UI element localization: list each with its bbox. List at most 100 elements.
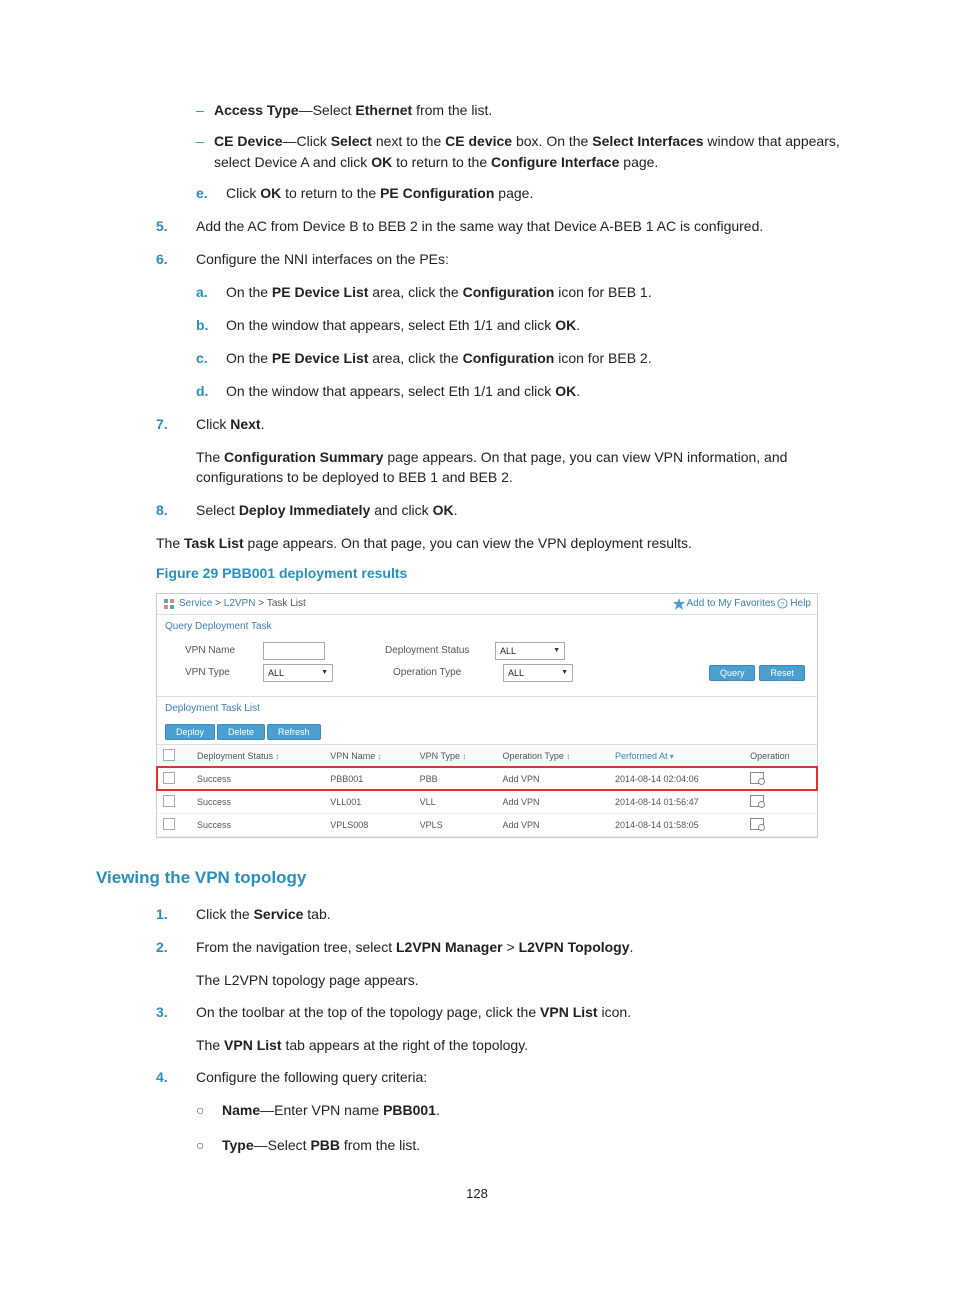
- cell-name: VLL001: [324, 790, 413, 813]
- lettered-step-e: e. Click OK to return to the PE Configur…: [196, 183, 858, 204]
- cell-op: Add VPN: [496, 767, 609, 790]
- step-text: On the window that appears, select Eth 1…: [226, 315, 858, 336]
- numbered-step: 1. Click the Service tab.: [156, 904, 858, 925]
- number-marker: 4.: [156, 1067, 196, 1088]
- number-marker: 5.: [156, 216, 196, 237]
- breadcrumb: Service > L2VPN > Task List Add to My Fa…: [157, 594, 817, 615]
- select-optype[interactable]: ALL▼: [503, 664, 573, 682]
- chevron-down-icon: ▼: [561, 669, 568, 676]
- task-table: Deployment Status VPN Name VPN Type Oper…: [157, 744, 817, 837]
- favorites-link[interactable]: Add to My Favorites: [687, 598, 776, 609]
- lettered-list: a. On the PE Device List area, click the…: [196, 282, 858, 402]
- checkbox-all[interactable]: [163, 749, 175, 761]
- crumb-separator: >: [212, 598, 223, 609]
- checkbox-row[interactable]: [163, 795, 175, 807]
- numbered-step: 4. Configure the following query criteri…: [156, 1067, 858, 1088]
- svg-text:?: ?: [781, 602, 785, 609]
- detail-icon[interactable]: [750, 772, 764, 784]
- crumb-separator: >: [255, 598, 266, 609]
- refresh-button[interactable]: Refresh: [267, 724, 321, 740]
- query-button[interactable]: Query: [709, 665, 756, 681]
- checkbox-row[interactable]: [163, 818, 175, 830]
- cell-type: PBB: [414, 767, 497, 790]
- input-vpnname[interactable]: [263, 642, 325, 660]
- number-marker: 8.: [156, 500, 196, 521]
- page-number: 128: [96, 1186, 858, 1201]
- number-marker: 2.: [156, 937, 196, 958]
- col-operation: Operation: [744, 744, 817, 767]
- number-marker: 7.: [156, 414, 196, 435]
- paragraph: The VPN List tab appears at the right of…: [196, 1035, 858, 1055]
- cell-op: Add VPN: [496, 790, 609, 813]
- col-optype[interactable]: Operation Type: [496, 744, 609, 767]
- checkbox-row[interactable]: [163, 772, 175, 784]
- panel-header-tasklist: Deployment Task List: [157, 697, 817, 720]
- query-form: VPN Name Deployment Status ALL▼ VPN Type…: [157, 638, 817, 696]
- screenshot-panel: Service > L2VPN > Task List Add to My Fa…: [156, 593, 818, 838]
- circle-item-text: Type—Select PBB from the list.: [222, 1135, 858, 1156]
- letter-marker: e.: [196, 183, 226, 204]
- select-vpntype[interactable]: ALL▼: [263, 664, 333, 682]
- paragraph: The Configuration Summary page appears. …: [196, 447, 858, 488]
- step-text: On the window that appears, select Eth 1…: [226, 381, 858, 402]
- deploy-button[interactable]: Deploy: [165, 724, 215, 740]
- step-text: Click OK to return to the PE Configurati…: [226, 183, 858, 204]
- circle-bullet: ○: [196, 1135, 222, 1156]
- help-link[interactable]: Help: [790, 598, 811, 609]
- step-text: Select Deploy Immediately and click OK.: [196, 500, 858, 521]
- step-text: From the navigation tree, select L2VPN M…: [196, 937, 858, 958]
- col-vpntype[interactable]: VPN Type: [414, 744, 497, 767]
- cell-type: VPLS: [414, 813, 497, 836]
- crumb-link-service[interactable]: Service: [179, 598, 212, 609]
- help-icon[interactable]: ?: [777, 598, 788, 609]
- cell-status: Success: [191, 790, 324, 813]
- crumb-current: Task List: [267, 598, 306, 609]
- numbered-step: 3. On the toolbar at the top of the topo…: [156, 1002, 858, 1023]
- select-depstatus[interactable]: ALL▼: [495, 642, 565, 660]
- label-vpntype: VPN Type: [185, 667, 263, 678]
- label-vpnname: VPN Name: [185, 645, 263, 656]
- chevron-down-icon: ▼: [553, 647, 560, 654]
- dash-list: – Access Type—Select Ethernet from the l…: [196, 100, 858, 173]
- cell-at: 2014-08-14 01:56:47: [609, 790, 744, 813]
- delete-button[interactable]: Delete: [217, 724, 265, 740]
- number-marker: 1.: [156, 904, 196, 925]
- cell-type: VLL: [414, 790, 497, 813]
- step-text: Add the AC from Device B to BEB 2 in the…: [196, 216, 858, 237]
- number-marker: 6.: [156, 249, 196, 270]
- col-vpnname[interactable]: VPN Name: [324, 744, 413, 767]
- panel-header-query: Query Deployment Task: [157, 615, 817, 638]
- label-optype: Operation Type: [393, 667, 503, 678]
- table-row: Success VPLS008 VPLS Add VPN 2014-08-14 …: [157, 813, 817, 836]
- step-text: On the PE Device List area, click the Co…: [226, 348, 858, 369]
- reset-button[interactable]: Reset: [759, 665, 805, 681]
- cell-at: 2014-08-14 02:04:06: [609, 767, 744, 790]
- star-icon[interactable]: [673, 598, 685, 610]
- numbered-step: 8. Select Deploy Immediately and click O…: [156, 500, 858, 521]
- step-text: Click the Service tab.: [196, 904, 858, 925]
- table-row: Success VLL001 VLL Add VPN 2014-08-14 01…: [157, 790, 817, 813]
- cell-status: Success: [191, 813, 324, 836]
- numbered-step: 5. Add the AC from Device B to BEB 2 in …: [156, 216, 858, 237]
- letter-marker: c.: [196, 348, 226, 369]
- section-heading: Viewing the VPN topology: [96, 868, 858, 888]
- circle-bullet: ○: [196, 1100, 222, 1121]
- detail-icon[interactable]: [750, 795, 764, 807]
- numbered-step: 7. Click Next.: [156, 414, 858, 435]
- step-text: On the toolbar at the top of the topolog…: [196, 1002, 858, 1023]
- label-depstatus: Deployment Status: [385, 645, 495, 656]
- col-deployment-status[interactable]: Deployment Status: [191, 744, 324, 767]
- app-icon: [163, 598, 175, 610]
- dash-icon: –: [196, 100, 214, 121]
- crumb-link-l2vpn[interactable]: L2VPN: [224, 598, 256, 609]
- dash-item-text: Access Type—Select Ethernet from the lis…: [214, 100, 858, 121]
- cell-name: VPLS008: [324, 813, 413, 836]
- step-text: Click Next.: [196, 414, 858, 435]
- detail-icon[interactable]: [750, 818, 764, 830]
- circle-list: ○ Name—Enter VPN name PBB001. ○ Type—Sel…: [196, 1100, 858, 1156]
- col-performed-at[interactable]: Performed At: [609, 744, 744, 767]
- letter-marker: a.: [196, 282, 226, 303]
- cell-name: PBB001: [324, 767, 413, 790]
- cell-at: 2014-08-14 01:58:05: [609, 813, 744, 836]
- numbered-step: 6. Configure the NNI interfaces on the P…: [156, 249, 858, 270]
